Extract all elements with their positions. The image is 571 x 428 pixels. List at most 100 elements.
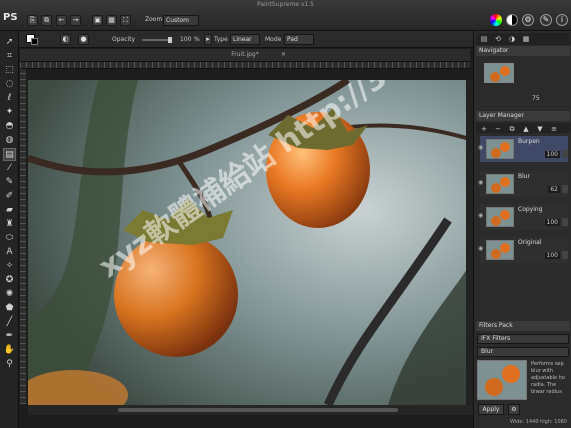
pen-tool-icon[interactable]: ✒ [3,330,16,343]
crop-frame-icon[interactable]: ▣ [92,15,103,26]
brush-icon[interactable]: ✐ [3,190,16,203]
layer-row[interactable]: ◉ Original 100 [478,237,568,263]
vertical-scrollbar[interactable] [466,80,473,405]
opacity-stepper-icon[interactable]: ▸ [204,34,212,45]
rect-select-icon[interactable]: ⬚ [3,64,16,77]
background-color-chip[interactable] [31,38,38,45]
tools-panel: ➚ ⌗ ⬚ ◌ ℓ ✦ ◓ ◍ ▤ ⁄ ✎ ✐ ▰ ♜ ⬭ A ✧ ✪ ✺ ⬟ … [0,31,19,428]
crop-tool-icon[interactable]: ⌗ [3,50,16,63]
layers-tab-icon[interactable]: ▤ [479,34,489,44]
eyedropper-icon[interactable]: ⁄ [3,162,16,175]
zoom-dropdown[interactable]: Custom [163,15,199,26]
text-tool-icon[interactable]: A [3,246,16,259]
ellipse-select-icon[interactable]: ◌ [3,78,16,91]
radial-shape-icon[interactable]: ● [78,34,89,45]
visibility-eye-icon[interactable]: ◉ [478,212,483,219]
smudge-icon[interactable]: ⬭ [3,232,16,245]
fill-bucket-icon[interactable]: ◓ [3,120,16,133]
document-tab[interactable]: Fruit.jpg* ✕ [20,49,470,62]
layer-stepper-icon[interactable] [562,150,568,158]
layer-thumbnail [486,207,514,227]
mode-label: Mode [265,36,282,43]
brush-preset-icon[interactable]: ✎ [540,14,552,26]
duplicate-layer-icon[interactable]: ⧉ [507,124,517,134]
layer-row[interactable]: ◉ Copying 100 [478,204,568,230]
sponge-icon[interactable]: ✺ [3,288,16,301]
color-wheel-icon[interactable] [490,14,502,26]
layer-manager-title: Layer Manager [476,111,570,121]
navigator-thumbnail[interactable] [484,63,514,83]
layer-stepper-icon[interactable] [562,185,568,193]
color-tab-icon[interactable]: ◑ [507,34,517,44]
undo-arrow-icon[interactable]: ← [56,15,67,26]
hand-tool-icon[interactable]: ✋ [3,344,16,357]
contrast-icon[interactable] [506,14,518,26]
swatches-tab-icon[interactable]: ▦ [521,34,531,44]
layer-row[interactable]: ◉ Blur 62 [478,171,568,197]
close-icon[interactable]: ✕ [281,51,289,59]
grid-icon[interactable]: ▦ [106,15,117,26]
open-icon[interactable]: ⧉ [41,15,52,26]
move-up-icon[interactable]: ▲ [521,124,531,134]
blur-tool-icon[interactable]: ◍ [3,134,16,147]
move-down-icon[interactable]: ▼ [535,124,545,134]
gradient-tool-icon[interactable]: ▤ [3,148,16,161]
new-document-icon[interactable]: ⎘ [27,15,38,26]
filter-dropdown[interactable]: Blur [477,347,569,357]
layer-opacity[interactable]: 100 [544,219,560,226]
opacity-slider-handle[interactable] [168,37,172,43]
layer-stepper-icon[interactable] [562,251,568,259]
stamp-icon[interactable]: ♜ [3,218,16,231]
magic-wand-icon[interactable]: ✦ [3,106,16,119]
layer-toolbar: + − ⧉ ▲ ▼ ≡ [476,123,570,133]
visibility-eye-icon[interactable]: ◉ [478,144,483,151]
title-bar: PaintSupreme v1.5 PS ⎘ ⧉ ← → ▣ ▦ ⛶ Zoom … [0,0,571,31]
visibility-eye-icon[interactable]: ◉ [478,179,483,186]
horizontal-ruler [20,62,470,69]
layer-opacity[interactable]: 62 [548,186,560,193]
fullscreen-icon[interactable]: ⛶ [120,15,131,26]
layer-options-icon[interactable]: ≡ [549,124,559,134]
settings-gear-icon[interactable]: ⚙ [522,14,534,26]
vertical-ruler [20,69,26,404]
info-icon[interactable]: i [556,14,568,26]
pencil-icon[interactable]: ✎ [3,176,16,189]
redo-arrow-icon[interactable]: → [70,15,81,26]
remove-layer-icon[interactable]: − [493,124,503,134]
layer-opacity[interactable]: 100 [544,151,560,158]
filter-settings-icon[interactable]: ⚙ [508,404,520,415]
apply-button[interactable]: Apply [478,404,504,415]
right-panels: ▤ ⟲ ◑ ▦ Navigator 75 Layer Manager + − ⧉… [473,31,571,428]
history-tab-icon[interactable]: ⟲ [493,34,503,44]
layer-stepper-icon[interactable] [562,218,568,226]
add-layer-icon[interactable]: + [479,124,489,134]
opacity-unit: % [194,36,200,43]
layer-row[interactable]: ◉ Burpen 100 [478,136,568,162]
filters-pack-title: Filters Pack [476,321,570,331]
opacity-slider[interactable] [142,37,172,43]
layer-thumbnail [486,139,514,159]
eraser-icon[interactable]: ▰ [3,204,16,217]
visibility-eye-icon[interactable]: ◉ [478,245,483,252]
shape-tool-icon[interactable]: ⬟ [3,302,16,315]
horizontal-scroll-thumb[interactable] [118,408,398,412]
filter-description: Performs sep blur with adjustable ho rad… [531,361,565,395]
horizontal-scrollbar[interactable] [28,405,473,415]
lasso-icon[interactable]: ℓ [3,92,16,105]
gradient-shape-icon[interactable]: ◐ [60,34,71,45]
line-tool-icon[interactable]: ╱ [3,316,16,329]
zoom-tool-icon[interactable]: ⚲ [3,358,16,371]
move-tool-icon[interactable]: ➚ [3,36,16,49]
layer-opacity[interactable]: 100 [544,252,560,259]
navigator-zoom-value[interactable]: 75 [532,95,540,102]
window-title: PaintSupreme v1.5 [257,1,314,8]
panel-tabs-navigator: ▤ ⟲ ◑ ▦ [476,33,570,45]
dodge-icon[interactable]: ✧ [3,260,16,273]
opacity-value: 100 [180,36,192,43]
type-dropdown[interactable]: Linear [230,34,260,45]
opacity-label: Opacity [112,36,136,43]
burn-icon[interactable]: ✪ [3,274,16,287]
image-canvas[interactable]: xyz軟體補給站 http://31.to [28,80,473,405]
filter-category-dropdown[interactable]: IFX Filters [477,334,569,344]
mode-dropdown[interactable]: Pad [284,34,314,45]
